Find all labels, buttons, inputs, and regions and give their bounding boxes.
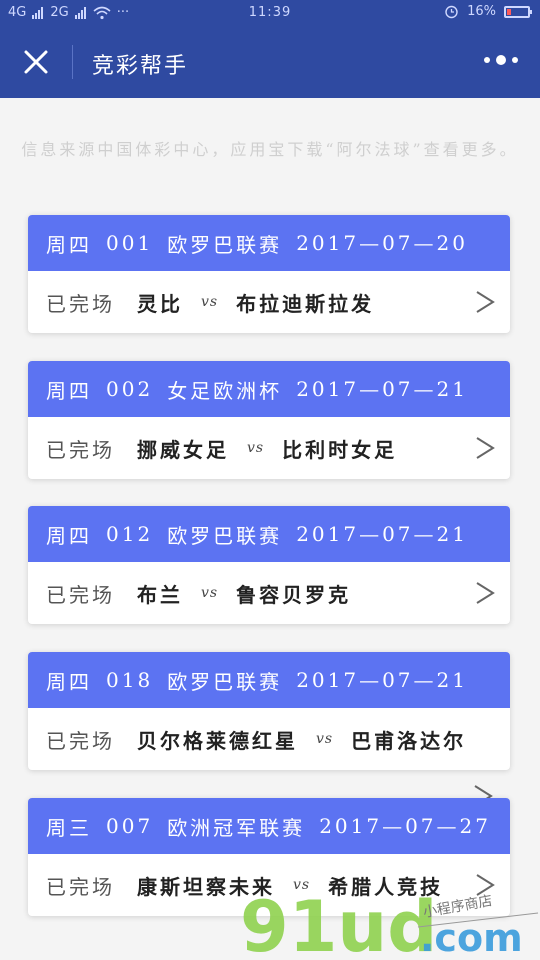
match-card-body: 已完场 挪威女足 vs 比利时女足 (28, 417, 510, 479)
match-status: 已完场 (46, 291, 115, 316)
match-status: 已完场 (46, 728, 115, 753)
match-league: 欧罗巴联赛 (167, 523, 283, 548)
away-team: 比利时女足 (282, 437, 398, 462)
battery-level (507, 8, 511, 15)
more-dot (496, 55, 506, 65)
match-day: 周四 (46, 378, 92, 403)
close-icon[interactable] (20, 46, 52, 78)
chevron-right-icon[interactable] (474, 580, 496, 606)
match-card[interactable]: 周四 002 女足欧洲杯 2017—07—21 已完场 挪威女足 vs 比利时女… (28, 361, 510, 479)
chevron-right-icon[interactable] (474, 435, 496, 461)
nav-bar: 竞彩帮手 (0, 26, 540, 98)
match-day: 周四 (46, 523, 92, 548)
away-team: 鲁容贝罗克 (236, 582, 352, 607)
home-team: 灵比 (137, 291, 183, 316)
match-status: 已完场 (46, 874, 115, 899)
match-card-header: 周四 012 欧罗巴联赛 2017—07—21 (28, 506, 510, 562)
more-menu-button[interactable] (484, 55, 518, 65)
vs-label: vs (247, 440, 265, 456)
match-card[interactable]: 周四 018 欧罗巴联赛 2017—07—21 已完场 贝尔格莱德红星 vs 巴… (28, 652, 510, 770)
match-card[interactable]: 周四 012 欧罗巴联赛 2017—07—21 已完场 布兰 vs 鲁容贝罗克 (28, 506, 510, 624)
page-title: 竞彩帮手 (92, 54, 189, 79)
match-card-header: 周四 001 欧罗巴联赛 2017—07—20 (28, 215, 510, 271)
match-card-header: 周四 018 欧罗巴联赛 2017—07—21 (28, 652, 510, 708)
more-dot (484, 57, 490, 63)
match-card-body: 已完场 贝尔格莱德红星 vs 巴甫洛达尔 (28, 708, 510, 770)
match-date: 2017—07—21 (296, 377, 468, 401)
svg-text:91ud: 91ud (240, 886, 437, 960)
match-number: 001 (106, 231, 154, 255)
svg-text:.com: .com (420, 916, 523, 960)
match-league: 欧洲冠军联赛 (167, 815, 306, 840)
match-day: 周三 (46, 815, 92, 840)
more-dot (512, 57, 518, 63)
away-team: 布拉迪斯拉发 (236, 291, 375, 316)
match-day: 周四 (46, 232, 92, 257)
match-card-header: 周四 002 女足欧洲杯 2017—07—21 (28, 361, 510, 417)
match-day: 周四 (46, 669, 92, 694)
match-card[interactable]: 周四 001 欧罗巴联赛 2017—07—20 已完场 灵比 vs 布拉迪斯拉发 (28, 215, 510, 333)
watermark-logo: 91ud .com 小程序商店 (240, 886, 539, 960)
home-team: 布兰 (137, 582, 183, 607)
match-date: 2017—07—27 (319, 814, 491, 838)
match-status: 已完场 (46, 582, 115, 607)
match-card-body: 已完场 灵比 vs 布拉迪斯拉发 (28, 271, 510, 333)
battery-icon (504, 5, 532, 18)
match-league: 欧罗巴联赛 (167, 669, 283, 694)
match-card-body: 已完场 布兰 vs 鲁容贝罗克 (28, 562, 510, 624)
home-team: 挪威女足 (137, 437, 229, 462)
match-league: 欧罗巴联赛 (167, 232, 283, 257)
match-number: 012 (106, 522, 154, 546)
match-status: 已完场 (46, 437, 115, 462)
match-number: 018 (106, 668, 154, 692)
away-team: 巴甫洛达尔 (351, 728, 467, 753)
match-card-header: 周三 007 欧洲冠军联赛 2017—07—27 (28, 798, 510, 854)
match-date: 2017—07—21 (296, 668, 468, 692)
match-number: 002 (106, 377, 154, 401)
match-date: 2017—07—20 (296, 231, 468, 255)
vs-label: vs (201, 585, 219, 601)
vs-label: vs (201, 294, 219, 310)
source-notice: 信息来源中国体彩中心，应用宝下载“阿尔法球”查看更多。 (21, 140, 519, 159)
chevron-right-icon[interactable] (474, 289, 496, 315)
nav-divider (72, 45, 73, 79)
match-date: 2017—07—21 (296, 522, 468, 546)
home-team: 贝尔格莱德红星 (137, 728, 298, 753)
match-league: 女足欧洲杯 (167, 378, 283, 403)
status-bar: 4G 2G ··· 11:39 16% (0, 0, 540, 26)
match-number: 007 (106, 814, 154, 838)
vs-label: vs (316, 731, 334, 747)
alarm-icon (445, 5, 458, 19)
battery-percent: 16% (467, 4, 496, 19)
status-right: 16% (444, 4, 532, 19)
